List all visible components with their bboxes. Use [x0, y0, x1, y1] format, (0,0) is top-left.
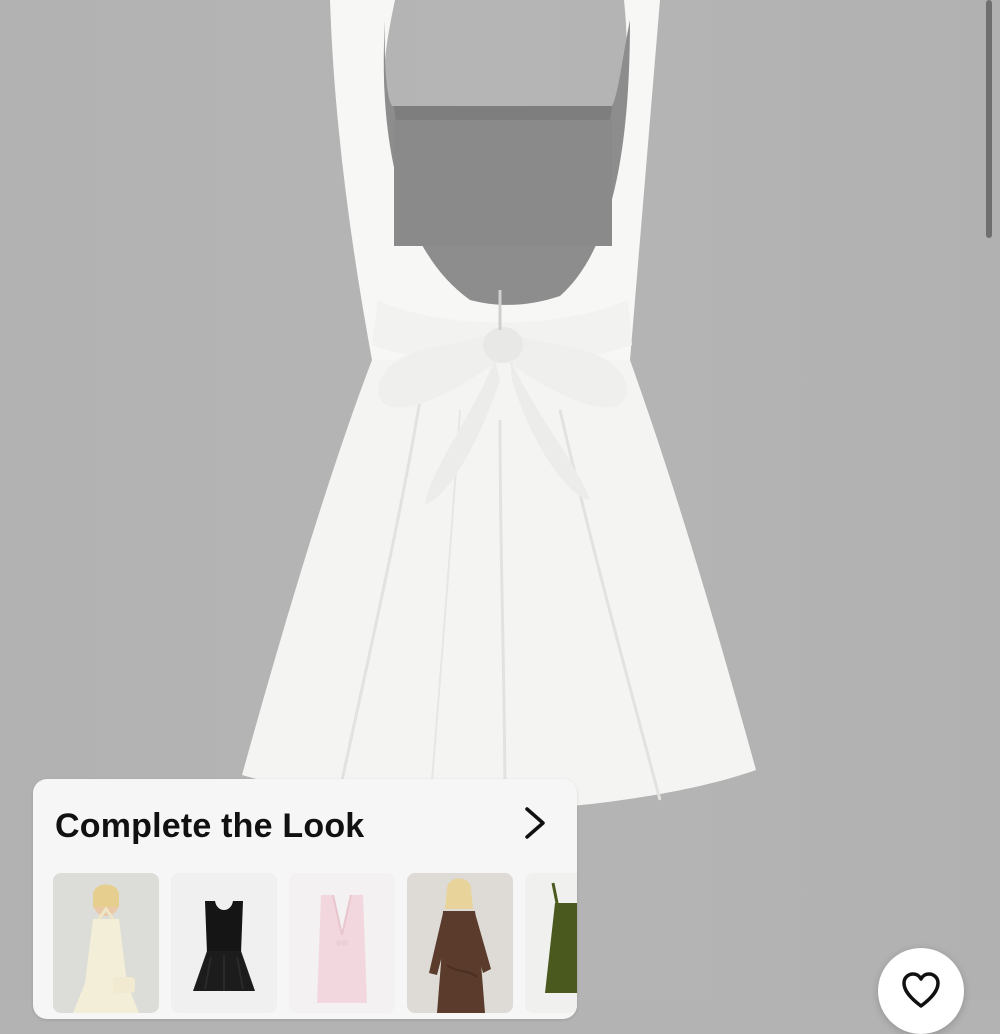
complete-the-look-title: Complete the Look	[55, 807, 365, 845]
chevron-right-icon[interactable]	[521, 805, 549, 841]
scroll-indicator[interactable]	[986, 0, 992, 238]
heart-icon	[902, 972, 940, 1008]
complete-the-look-card: Complete the Look	[33, 779, 577, 1019]
favorite-button[interactable]	[878, 948, 964, 1034]
look-item-cream-dress[interactable]	[53, 873, 159, 1013]
look-item-olive-dress[interactable]	[525, 873, 577, 1013]
look-item-brown-dress[interactable]	[407, 873, 513, 1013]
look-item-pink-dress[interactable]	[289, 873, 395, 1013]
look-item-black-dress[interactable]	[171, 873, 277, 1013]
